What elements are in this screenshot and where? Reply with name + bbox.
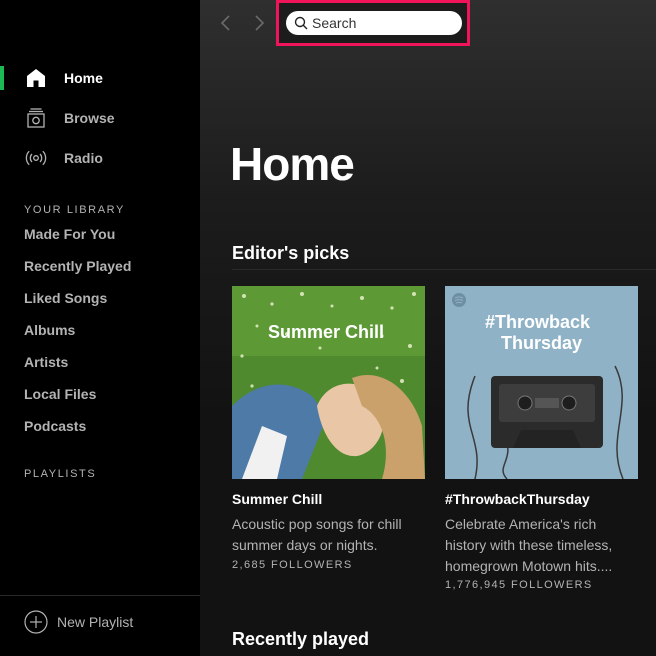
library-item-albums[interactable]: Albums: [24, 322, 75, 338]
search-highlight-frame: [276, 0, 470, 46]
sidebar-item-label: Browse: [64, 110, 115, 126]
sidebar-footer: New Playlist: [0, 595, 200, 656]
playlist-followers: 1,776,945 FOLLOWERS: [445, 579, 593, 591]
library-item-recently-played[interactable]: Recently Played: [24, 258, 131, 274]
your-library-heading: YOUR LIBRARY: [24, 204, 125, 216]
playlist-card-summer-chill[interactable]: Summer Chill Summer Chill Acoustic pop s…: [232, 286, 425, 571]
chevron-right-icon: [252, 14, 266, 32]
page-title: Home: [230, 138, 355, 190]
playlist-description: Acoustic pop songs for chill summer days…: [232, 516, 402, 553]
library-item-podcasts[interactable]: Podcasts: [24, 418, 86, 434]
library-item-artists[interactable]: Artists: [24, 354, 68, 370]
search-box[interactable]: [286, 11, 462, 35]
cover-title-line1: #Throwback: [485, 312, 591, 332]
plus-circle-icon: [24, 610, 48, 634]
playlist-cover-throwback-thursday[interactable]: #Throwback Thursday: [445, 286, 638, 479]
radio-icon: [24, 146, 48, 170]
sidebar-item-radio[interactable]: Radio: [0, 138, 200, 178]
search-icon: [294, 16, 308, 30]
back-button[interactable]: [215, 12, 237, 34]
playlists-heading: PLAYLISTS: [24, 468, 97, 480]
sidebar-item-browse[interactable]: Browse: [0, 98, 200, 138]
sidebar: Home Browse Radio YOUR LIBRARY Made For: [0, 0, 200, 656]
search-input[interactable]: [312, 15, 452, 31]
cover-title-line2: Thursday: [501, 333, 583, 353]
playlist-description: Celebrate America's rich history with th…: [445, 516, 613, 574]
playlist-title[interactable]: #ThrowbackThursday: [445, 491, 590, 507]
cover-title: Summer Chill: [268, 322, 385, 342]
sidebar-item-label: Radio: [64, 150, 103, 166]
sidebar-item-label: Home: [64, 70, 103, 86]
playlist-title[interactable]: Summer Chill: [232, 491, 322, 507]
library-item-made-for-you[interactable]: Made For You: [24, 226, 115, 242]
recently-played-heading: Recently played: [232, 629, 370, 649]
new-playlist-label: New Playlist: [57, 614, 134, 630]
sidebar-item-home[interactable]: Home: [0, 58, 200, 98]
home-icon: [24, 66, 48, 90]
playlist-cover-summer-chill[interactable]: Summer Chill: [232, 286, 425, 479]
new-playlist-button[interactable]: New Playlist: [24, 610, 133, 634]
chevron-left-icon: [219, 14, 233, 32]
library-item-local-files[interactable]: Local Files: [24, 386, 96, 402]
library-item-liked-songs[interactable]: Liked Songs: [24, 290, 107, 306]
main-content: Home Editor's picks Summ: [200, 0, 656, 656]
playlist-card-throwback-thursday[interactable]: #Throwback Thursday #ThrowbackThursday C…: [445, 286, 638, 591]
playlist-followers: 2,685 FOLLOWERS: [232, 559, 353, 571]
editors-picks-heading: Editor's picks: [232, 243, 350, 263]
section-divider: [232, 269, 656, 270]
browse-icon: [24, 106, 48, 130]
forward-button[interactable]: [248, 12, 270, 34]
